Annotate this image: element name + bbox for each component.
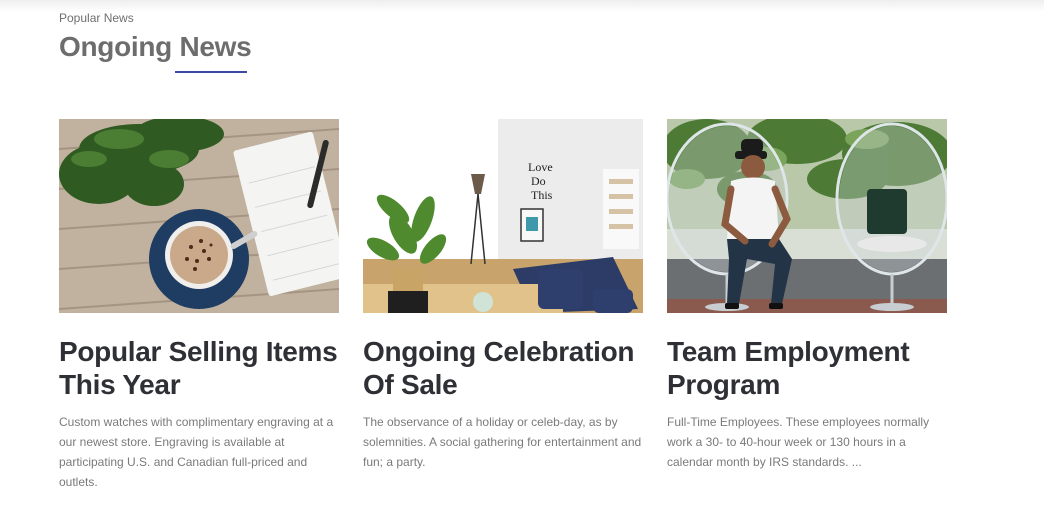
title-underline [175, 71, 247, 73]
news-card[interactable]: Love Do This Ongoing Celebration Of Sale… [363, 119, 643, 472]
coffee-notebook-photo-icon [59, 119, 339, 313]
news-card[interactable]: Popular Selling Items This Year Custom w… [59, 119, 339, 492]
card-image-interior[interactable]: Love Do This [363, 119, 643, 313]
svg-text:This: This [531, 188, 553, 202]
interior-room-photo-icon: Love Do This [363, 119, 643, 313]
section-eyebrow: Popular News [59, 11, 134, 25]
svg-text:Love: Love [528, 160, 553, 174]
card-title[interactable]: Ongoing Celebration Of Sale [363, 335, 643, 401]
card-image-man-chair[interactable] [667, 119, 947, 313]
top-shadow [0, 0, 1044, 12]
card-title[interactable]: Team Employment Program [667, 335, 947, 401]
card-description: The observance of a holiday or celeb-day… [363, 415, 642, 469]
card-description: Custom watches with complimentary engrav… [59, 415, 334, 489]
man-in-chair-photo-icon [667, 119, 947, 313]
card-title[interactable]: Popular Selling Items This Year [59, 335, 339, 401]
section-title: Ongoing News [59, 31, 252, 62]
card-description: Full-Time Employees. These employees nor… [667, 415, 930, 469]
svg-text:Do: Do [531, 174, 546, 188]
card-image-coffee[interactable] [59, 119, 339, 313]
news-card[interactable]: Team Employment Program Full-Time Employ… [667, 119, 947, 472]
